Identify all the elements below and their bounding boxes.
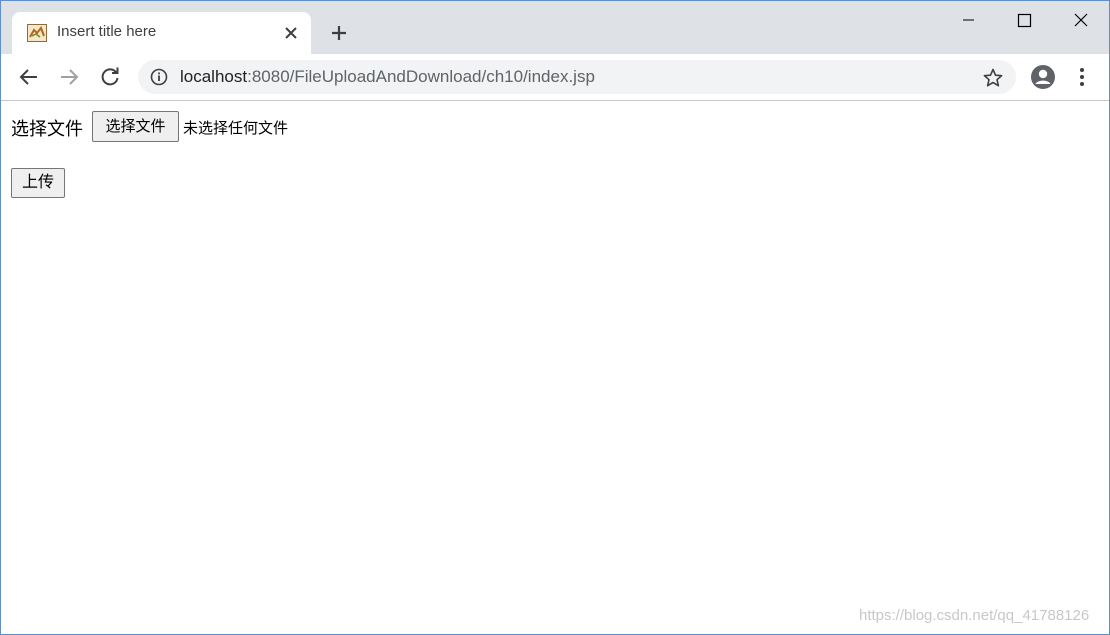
profile-icon[interactable] bbox=[1030, 64, 1056, 90]
url-text[interactable]: localhost:8080/FileUploadAndDownload/ch1… bbox=[180, 67, 595, 87]
choose-file-button[interactable]: 选择文件 bbox=[92, 111, 179, 142]
tab-title: Insert title here bbox=[57, 23, 157, 40]
close-icon[interactable] bbox=[282, 24, 300, 42]
maximize-icon[interactable] bbox=[997, 1, 1051, 41]
address-bar[interactable]: localhost:8080/FileUploadAndDownload/ch1… bbox=[138, 60, 1016, 94]
browser-window: Insert title here localhost:8080/FileUpl… bbox=[0, 0, 1110, 635]
url-path: :8080/FileUploadAndDownload/ch10/index.j… bbox=[247, 67, 595, 86]
tomcat-icon bbox=[27, 24, 47, 42]
plus-icon[interactable] bbox=[327, 21, 351, 45]
back-arrow-icon[interactable] bbox=[17, 65, 41, 89]
window-close-icon[interactable] bbox=[1053, 1, 1107, 41]
star-icon[interactable] bbox=[982, 67, 1004, 89]
url-host: localhost bbox=[180, 67, 248, 86]
active-tab[interactable]: Insert title here bbox=[12, 12, 311, 54]
forward-arrow-icon[interactable] bbox=[57, 65, 81, 89]
no-file-chosen-text: 未选择任何文件 bbox=[183, 119, 289, 137]
file-field-label: 选择文件 bbox=[11, 119, 83, 140]
browser-toolbar: localhost:8080/FileUploadAndDownload/ch1… bbox=[1, 54, 1109, 101]
kebab-menu-icon[interactable] bbox=[1074, 65, 1090, 89]
reload-icon[interactable] bbox=[98, 65, 122, 89]
minimize-icon[interactable] bbox=[941, 1, 995, 41]
watermark-text: https://blog.csdn.net/qq_41788126 bbox=[859, 607, 1090, 624]
info-icon[interactable] bbox=[150, 68, 168, 86]
page-content: 选择文件 选择文件 未选择任何文件 上传 https://blog.csdn.n… bbox=[1, 101, 1109, 634]
tab-strip: Insert title here bbox=[1, 1, 1109, 54]
upload-button[interactable]: 上传 bbox=[11, 168, 65, 198]
